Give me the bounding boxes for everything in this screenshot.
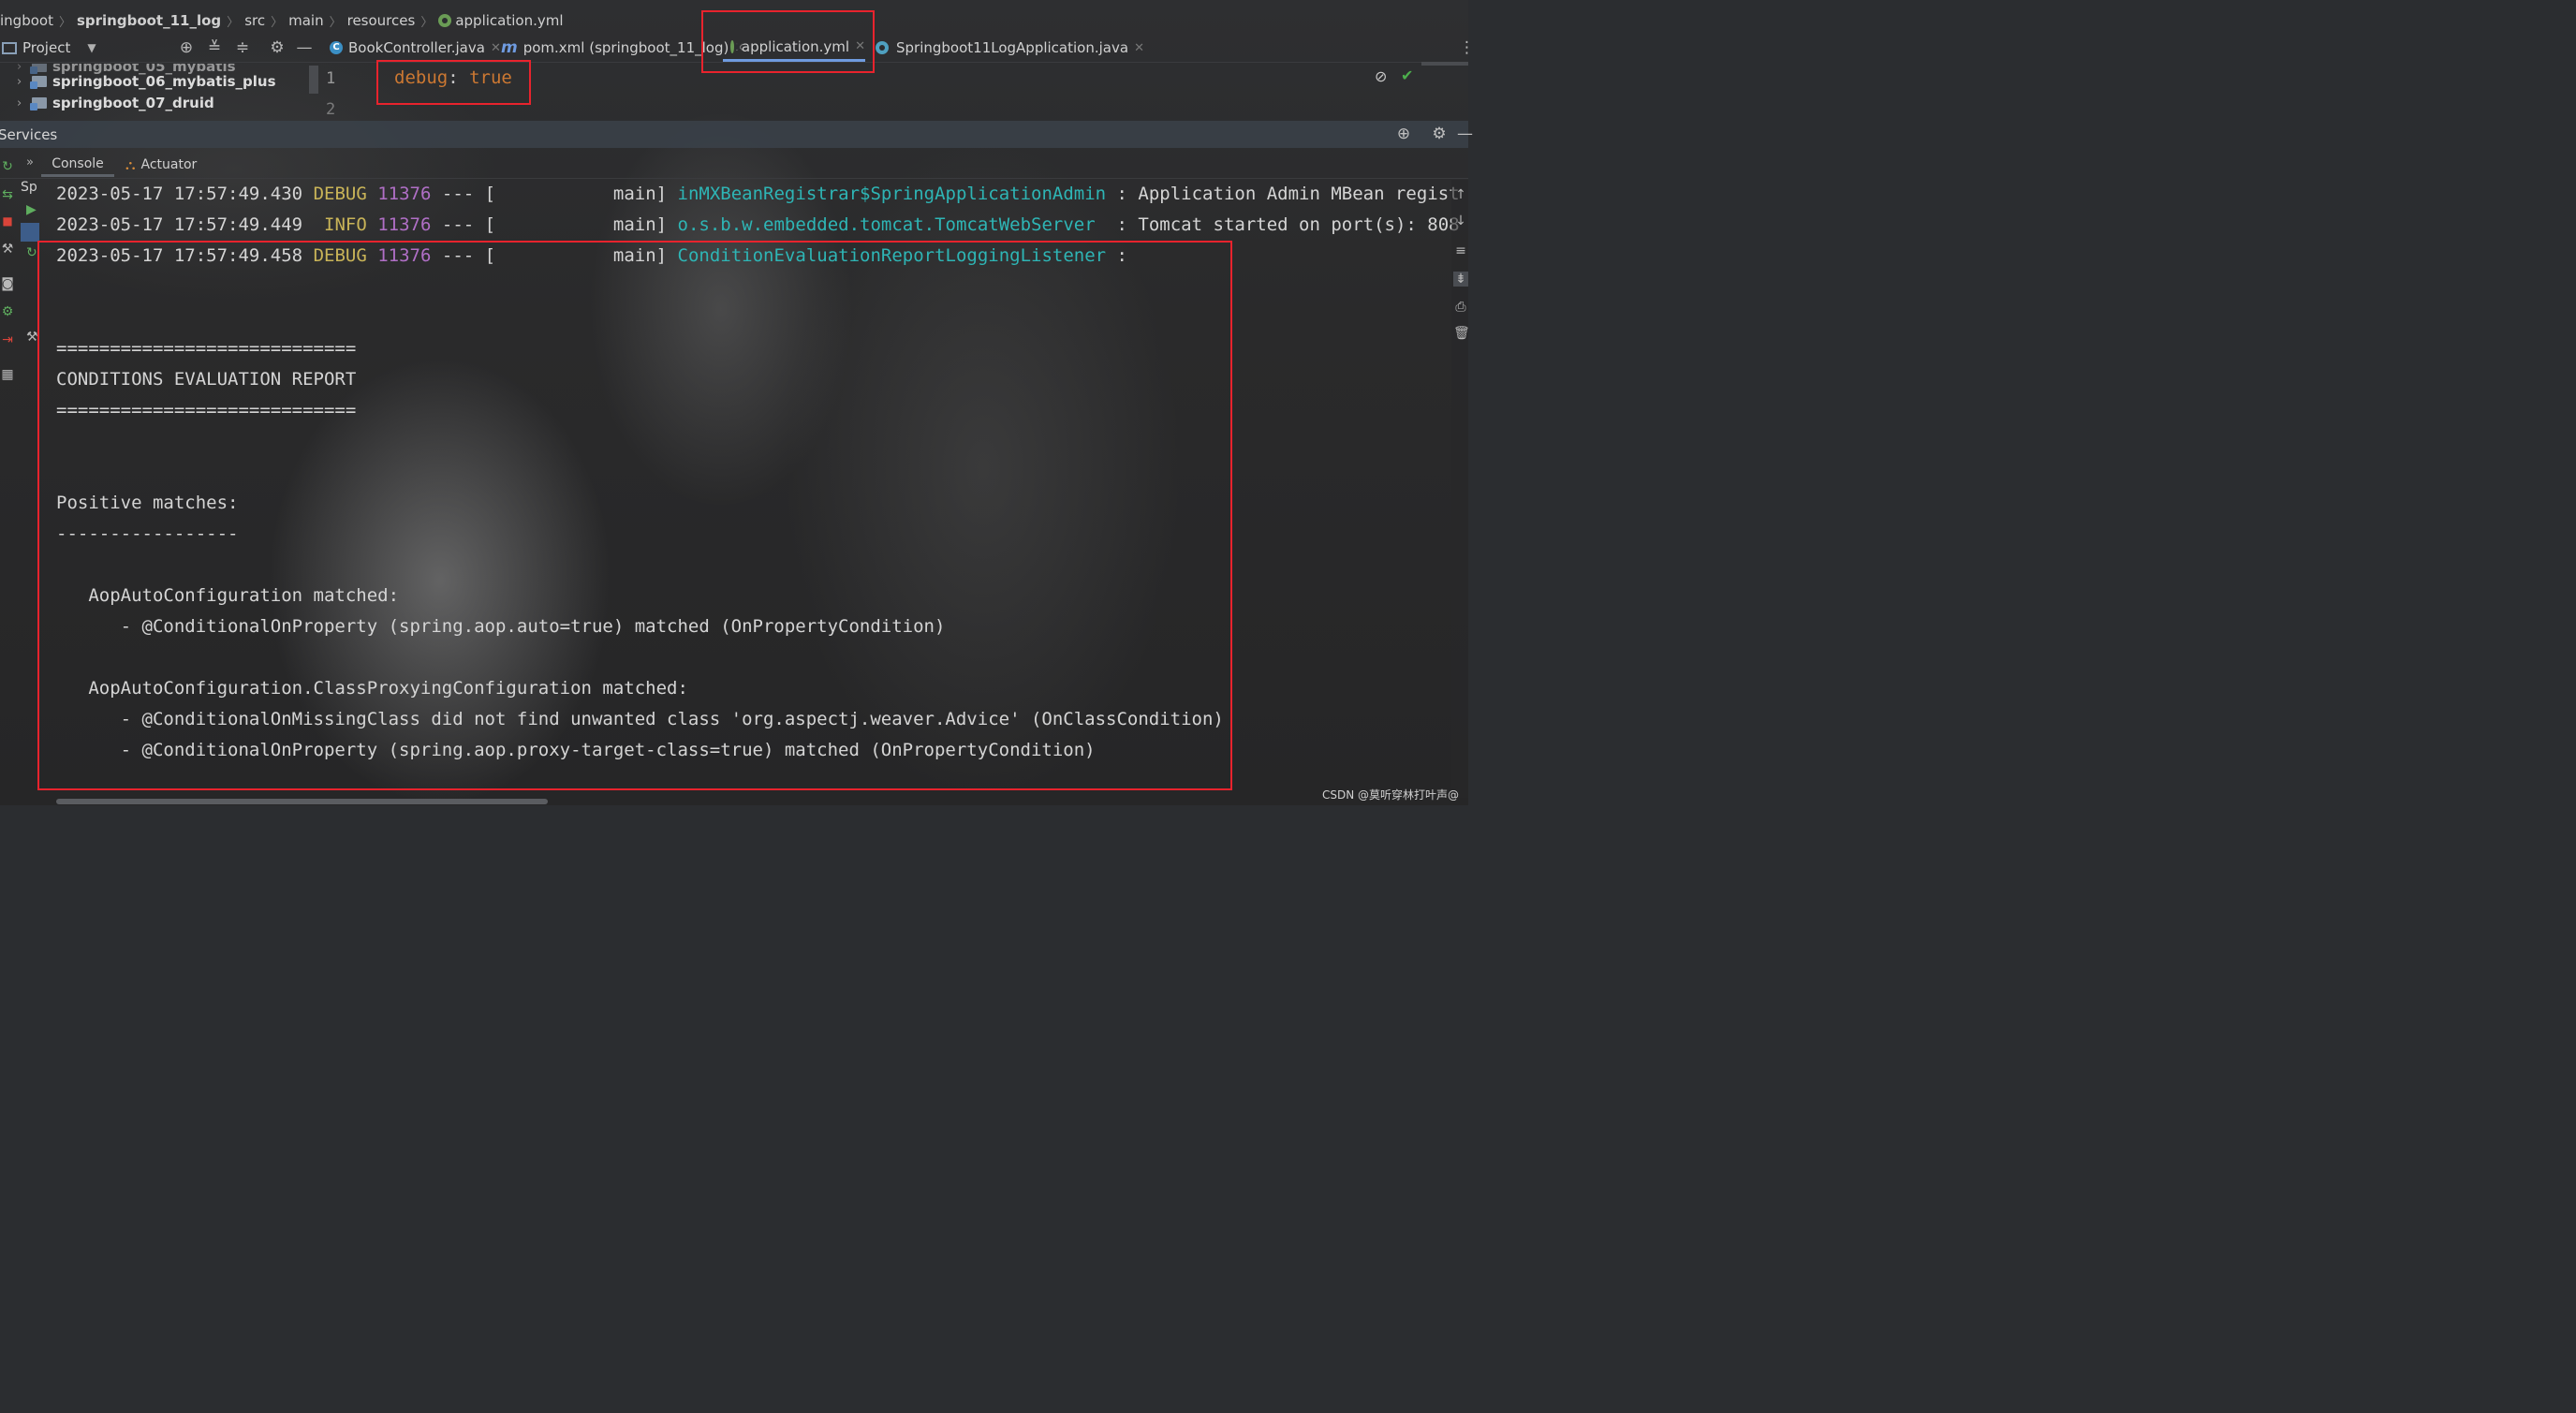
breadcrumb-separator: 〉 bbox=[271, 15, 284, 30]
console-tabs bbox=[0, 150, 1468, 179]
tab-actuator[interactable]: ⛬ Actuator bbox=[125, 153, 197, 177]
line-number: 1 bbox=[326, 69, 336, 88]
highlight-box-code bbox=[376, 60, 531, 105]
expand-all-icon[interactable]: ≚ bbox=[205, 38, 224, 57]
gear-icon[interactable]: ⚙ bbox=[268, 38, 287, 57]
service-tree-selection[interactable] bbox=[21, 223, 39, 242]
yml-icon bbox=[438, 14, 452, 27]
maven-icon: m bbox=[501, 38, 518, 57]
tree-item-label: springboot_07_druid bbox=[52, 95, 214, 111]
breadcrumb: ingboot 〉 springboot_11_log 〉 src 〉 main… bbox=[0, 7, 569, 34]
scroll-up-icon[interactable]: ↑ bbox=[1453, 187, 1468, 202]
stop-icon[interactable]: ■ bbox=[0, 213, 15, 228]
log-thread: --- [ main] bbox=[441, 184, 668, 204]
breadcrumb-item[interactable]: src bbox=[239, 12, 271, 29]
service-tree-item[interactable]: Sp bbox=[21, 180, 37, 195]
chevron-down-icon: ▼ bbox=[87, 41, 96, 54]
run-icon[interactable]: ▶ bbox=[26, 202, 37, 217]
folder-icon bbox=[30, 76, 47, 89]
services-header bbox=[0, 121, 1468, 148]
log-message: : Application Admin MBean regist bbox=[1106, 184, 1460, 204]
tab-console[interactable]: Console bbox=[41, 153, 114, 177]
eye-crossed-icon[interactable]: ⊘ bbox=[1375, 67, 1387, 85]
breadcrumb-item[interactable]: ingboot bbox=[0, 12, 59, 29]
tree-item-label: springboot_06_mybatis_plus bbox=[52, 73, 276, 90]
log-pid: 11376 bbox=[377, 184, 432, 204]
exit-icon[interactable]: ⇥ bbox=[0, 332, 15, 347]
log-logger[interactable]: inMXBeanRegistrar$SpringApplicationAdmin bbox=[678, 184, 1107, 204]
project-view-selector[interactable]: Project ▼ bbox=[0, 37, 96, 58]
wrench-icon[interactable]: ⚒ bbox=[0, 242, 15, 257]
tree-item[interactable]: › springboot_07_druid bbox=[17, 93, 214, 113]
tab-label: Actuator bbox=[140, 157, 198, 172]
breadcrumb-item-current[interactable]: application.yml bbox=[433, 12, 568, 29]
scrollbar-thumb[interactable] bbox=[309, 66, 318, 94]
actuator-icon: ⛬ bbox=[125, 156, 136, 173]
highlight-box-report bbox=[37, 241, 1232, 790]
tab-label: Springboot11LogApplication.java bbox=[896, 39, 1129, 56]
locate-icon[interactable]: ⊕ bbox=[177, 38, 196, 57]
rerun-icon[interactable]: ↻ bbox=[0, 159, 15, 174]
soft-wrap-icon[interactable]: ≡ bbox=[1453, 243, 1468, 258]
close-icon[interactable]: ✕ bbox=[491, 41, 501, 55]
log-timestamp: 2023-05-17 17:57:49.430 bbox=[56, 184, 303, 204]
breadcrumb-item[interactable]: springboot_11_log bbox=[71, 12, 227, 29]
log-level: DEBUG bbox=[313, 184, 367, 204]
scroll-to-end-icon[interactable]: ⇟ bbox=[1453, 272, 1468, 287]
add-service-icon[interactable]: ⊕ bbox=[1394, 125, 1413, 143]
tab-label: BookController.java bbox=[348, 39, 485, 56]
layout-icon[interactable]: ▦ bbox=[0, 367, 15, 382]
breadcrumb-separator: 〉 bbox=[58, 15, 71, 30]
run-config-icon[interactable]: ⇆ bbox=[0, 187, 15, 202]
line-number: 2 bbox=[326, 100, 336, 119]
log-line: 2023-05-17 17:57:49.449 INFO 11376 --- [… bbox=[56, 214, 1460, 235]
collapse-all-icon[interactable]: ≑ bbox=[233, 38, 252, 57]
spring-icon: ↻ bbox=[26, 245, 37, 260]
close-icon[interactable]: ✕ bbox=[1134, 41, 1144, 55]
hide-icon[interactable]: — bbox=[1457, 125, 1473, 143]
breadcrumb-separator: 〉 bbox=[329, 15, 342, 30]
check-icon: ✔ bbox=[1401, 66, 1414, 84]
log-message: : Tomcat started on port(s): 808 bbox=[1106, 214, 1460, 235]
print-icon[interactable]: ⎙ bbox=[1453, 300, 1468, 315]
trash-icon[interactable]: 🗑 bbox=[1453, 326, 1470, 341]
log-level: INFO bbox=[313, 214, 367, 235]
tree-item[interactable]: › springboot_06_mybatis_plus bbox=[17, 71, 276, 92]
deploy-icon[interactable]: ⚙ bbox=[0, 304, 15, 319]
breadcrumb-item[interactable]: main bbox=[283, 12, 329, 29]
log-timestamp: 2023-05-17 17:57:49.449 bbox=[56, 214, 303, 235]
project-icon bbox=[2, 41, 17, 54]
more-tabs-icon[interactable]: ⋮ bbox=[1459, 38, 1475, 57]
breadcrumb-item[interactable]: resources bbox=[342, 12, 421, 29]
wrench-icon[interactable]: ⚒ bbox=[26, 330, 38, 345]
tab-label: pom.xml (springboot_11_log) bbox=[523, 39, 729, 56]
scroll-down-icon[interactable]: ↓ bbox=[1453, 213, 1468, 228]
log-logger[interactable]: o.s.b.w.embedded.tomcat.TomcatWebServer bbox=[678, 214, 1107, 235]
log-line: 2023-05-17 17:57:49.430 DEBUG 11376 --- … bbox=[56, 184, 1460, 204]
log-pid: 11376 bbox=[377, 214, 432, 235]
breadcrumb-separator: 〉 bbox=[420, 15, 434, 30]
expand-icon[interactable]: » bbox=[26, 155, 34, 169]
folder-icon bbox=[30, 97, 47, 110]
log-thread: --- [ main] bbox=[441, 214, 668, 235]
class-icon: C bbox=[330, 41, 343, 54]
breadcrumb-separator: 〉 bbox=[227, 15, 240, 30]
tab-bookcontroller[interactable]: C BookController.java ✕ bbox=[330, 34, 501, 62]
highlight-box-tab bbox=[701, 10, 875, 73]
camera-icon[interactable]: ◙ bbox=[0, 276, 15, 291]
hide-icon[interactable]: — bbox=[295, 38, 314, 57]
project-label: Project bbox=[22, 39, 71, 56]
tab-springboot-app[interactable]: Springboot11LogApplication.java ✕ bbox=[876, 34, 1144, 62]
services-title: Services bbox=[0, 126, 58, 143]
spring-app-icon bbox=[876, 41, 889, 54]
editor-scroll-marker bbox=[1421, 62, 1468, 66]
breadcrumb-file-label: application.yml bbox=[455, 12, 564, 29]
watermark: CSDN @莫听穿林打叶声@ bbox=[1321, 788, 1459, 802]
gear-icon[interactable]: ⚙ bbox=[1430, 125, 1449, 143]
horizontal-scrollbar[interactable] bbox=[56, 799, 548, 804]
